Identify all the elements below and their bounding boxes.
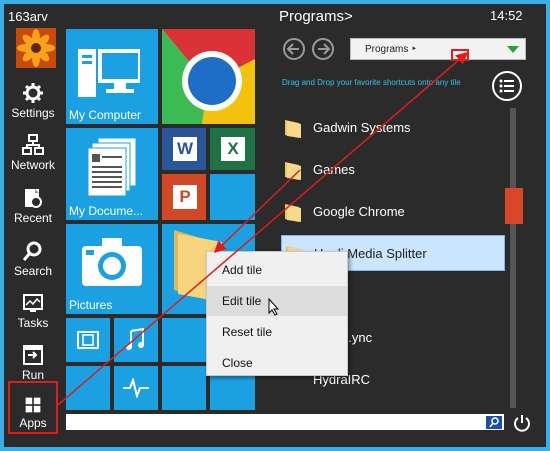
menu-item-add-tile[interactable]: Add tile <box>207 255 347 285</box>
search-input[interactable] <box>66 414 504 430</box>
sidebar-item-label: Network <box>10 158 55 172</box>
apps-highlight-box <box>8 381 58 434</box>
scrollbar-track[interactable] <box>510 108 516 408</box>
tile-excel[interactable]: X <box>210 128 255 170</box>
search-icon <box>22 241 42 261</box>
sidebar-item-settings[interactable]: Settings <box>5 78 61 130</box>
search-button[interactable] <box>486 416 502 429</box>
list-menu-button[interactable] <box>492 71 522 101</box>
sidebar-item-search[interactable]: Search <box>5 236 61 288</box>
programs-title[interactable]: Programs> <box>279 8 353 25</box>
network-icon <box>22 134 44 155</box>
sidebar-item-label: Tasks <box>17 316 49 330</box>
tile-chrome[interactable] <box>162 29 255 124</box>
search-icon <box>489 417 499 428</box>
tile-my-documents[interactable]: My Docume... <box>66 128 158 220</box>
tile-activity[interactable] <box>114 366 158 410</box>
program-item-chrome[interactable]: Google Chrome <box>281 194 505 230</box>
tile-label: My Computer <box>69 108 142 122</box>
tile-video[interactable] <box>66 318 110 362</box>
drag-hint: Drag and Drop your favorite shortcuts on… <box>282 78 461 87</box>
tile-blank-3[interactable] <box>66 366 110 410</box>
dropdown-value: Programs ‣ <box>365 44 418 55</box>
excel-icon: X <box>221 137 245 161</box>
menu-item-label: Reset tile <box>222 325 273 339</box>
power-button[interactable] <box>512 413 532 433</box>
program-item-gadwin[interactable]: Gadwin Systems <box>281 110 505 146</box>
menu-item-label: Close <box>222 356 253 370</box>
forward-button[interactable] <box>312 38 334 60</box>
mouse-cursor-icon <box>268 298 280 316</box>
list-icon <box>499 79 514 93</box>
tile-music[interactable] <box>114 318 158 362</box>
computer-icon <box>78 49 140 97</box>
program-name: Games <box>313 162 355 177</box>
run-icon <box>23 345 43 365</box>
camera-icon <box>82 238 142 286</box>
programs-dropdown[interactable]: Programs ‣ <box>350 38 526 60</box>
film-icon <box>77 331 99 349</box>
tile-pictures[interactable]: Pictures <box>66 224 158 314</box>
sidebar-item-network[interactable]: Network <box>5 130 61 182</box>
arrow-left-icon <box>286 43 299 55</box>
scrollbar-thumb[interactable] <box>505 188 523 224</box>
sidebar-item-label: Search <box>13 264 53 278</box>
program-item-games[interactable]: Games <box>281 152 505 188</box>
pulse-icon <box>123 378 149 398</box>
gear-icon <box>23 83 43 103</box>
menu-item-close[interactable]: Close <box>207 348 347 378</box>
user-name: 163arv <box>8 9 48 24</box>
menu-item-label: Add tile <box>222 263 263 277</box>
folder-icon <box>285 162 301 180</box>
power-icon <box>514 415 530 432</box>
dropdown-arrow-icon <box>507 46 519 53</box>
recent-icon <box>25 189 42 208</box>
tile-label: Pictures <box>69 298 113 312</box>
tile-my-computer[interactable]: My Computer <box>66 29 158 124</box>
avatar[interactable] <box>16 28 56 68</box>
sidebar-item-tasks[interactable]: Tasks <box>5 288 61 340</box>
clock: 14:52 <box>490 8 523 23</box>
word-icon: W <box>173 137 197 161</box>
program-name: Gadwin Systems <box>313 120 411 135</box>
sidebar-item-label: Settings <box>11 106 55 120</box>
tile-word[interactable]: W <box>162 128 206 170</box>
tile-label: My Docume... <box>69 204 144 218</box>
tile-empty[interactable] <box>210 174 255 220</box>
music-icon <box>126 328 144 350</box>
chrome-icon <box>162 29 255 124</box>
folder-icon <box>285 120 301 138</box>
back-button[interactable] <box>283 38 305 60</box>
menu-item-reset-tile[interactable]: Reset tile <box>207 317 347 347</box>
tile-blank-4[interactable] <box>162 366 206 410</box>
sidebar-item-recent[interactable]: Recent <box>5 183 61 235</box>
sidebar-item-label: Recent <box>13 211 53 225</box>
tile-blank-2[interactable] <box>162 318 206 362</box>
program-name: Google Chrome <box>313 204 405 219</box>
sidebar-item-label: Run <box>21 368 44 382</box>
tasks-icon <box>23 294 43 312</box>
folder-icon <box>285 204 301 222</box>
tile-powerpoint[interactable]: P <box>162 174 206 220</box>
documents-icon <box>88 138 137 196</box>
menu-item-label: Edit tile <box>222 294 262 308</box>
powerpoint-icon: P <box>173 185 197 209</box>
arrow-right-icon <box>318 43 331 55</box>
